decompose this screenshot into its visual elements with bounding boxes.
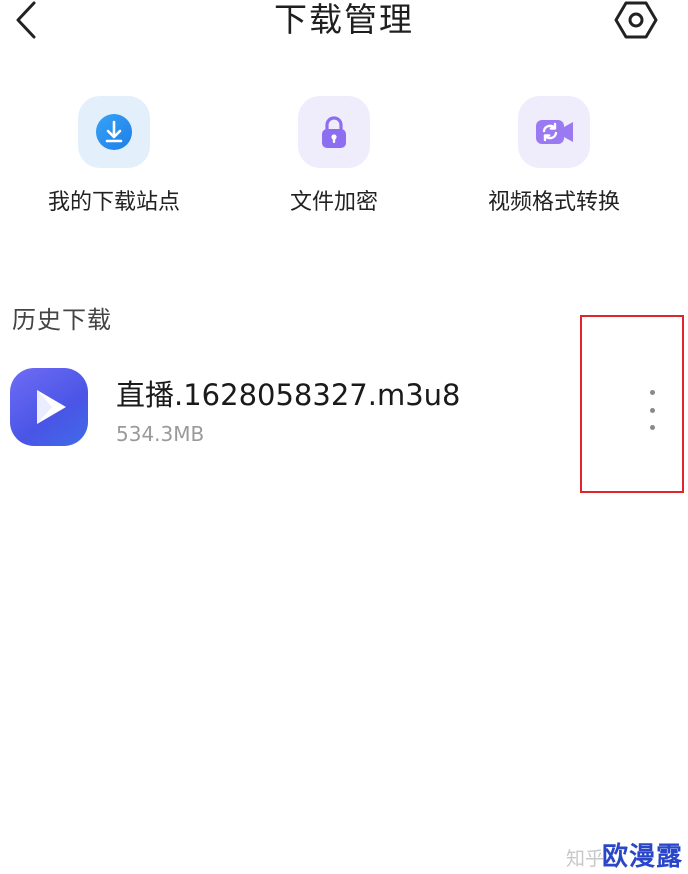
play-icon bbox=[37, 390, 66, 424]
watermark-source: 知乎 bbox=[566, 848, 605, 870]
highlight-box bbox=[580, 315, 684, 493]
file-name: 直播.1628058327.m3u8 bbox=[116, 378, 461, 412]
action-icon-bg bbox=[78, 96, 150, 168]
action-label: 视频格式转换 bbox=[487, 190, 620, 215]
action-label: 文件加密 bbox=[289, 190, 378, 215]
file-size: 534.3MB bbox=[116, 422, 205, 446]
download-icon bbox=[96, 114, 132, 150]
watermark-brand: 欧漫露 bbox=[602, 842, 684, 872]
download-manager-page: 下载管理 我的下载站点 文件加密 视频格式转换 历史下载 直播.16280583… bbox=[0, 0, 688, 874]
settings-button[interactable] bbox=[610, 0, 662, 40]
page-title: 下载管理 bbox=[274, 0, 414, 39]
lock-icon bbox=[322, 116, 346, 148]
settings-hexagon-icon bbox=[614, 1, 658, 39]
video-convert-icon bbox=[536, 120, 573, 144]
action-icon-bg bbox=[298, 96, 370, 168]
action-video-format-conversion[interactable]: 视频格式转换 bbox=[454, 96, 654, 216]
header: 下载管理 bbox=[0, 0, 688, 44]
action-icon-bg bbox=[518, 96, 590, 168]
action-file-encryption[interactable]: 文件加密 bbox=[234, 96, 434, 216]
action-label: 我的下载站点 bbox=[47, 190, 180, 215]
history-section-title: 历史下载 bbox=[12, 306, 112, 334]
watermark: 知乎 欧漫露 bbox=[566, 836, 683, 873]
video-player-icon bbox=[10, 368, 88, 446]
action-my-download-sites[interactable]: 我的下载站点 bbox=[14, 96, 214, 216]
quick-actions: 我的下载站点 文件加密 视频格式转换 bbox=[0, 96, 688, 226]
